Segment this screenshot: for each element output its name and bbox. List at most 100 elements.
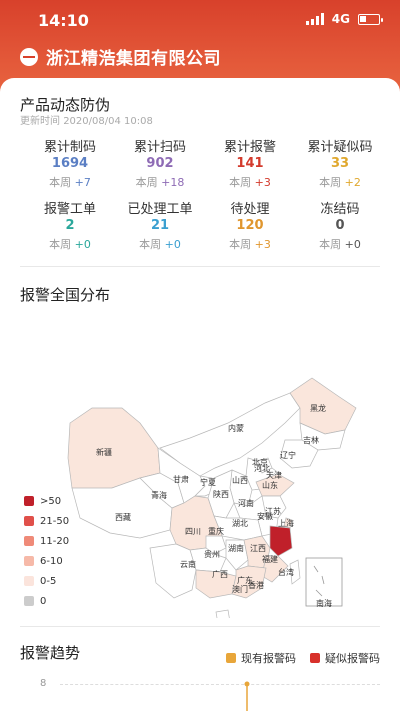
- label-yunnan: 云南: [180, 559, 196, 569]
- stat-value: 1694: [51, 156, 89, 171]
- trend-line: [244, 681, 250, 711]
- stat-label: 已处理工单: [127, 202, 193, 217]
- legend-label: 0: [40, 595, 47, 607]
- label-henan: 河南: [238, 498, 254, 508]
- trend-legend: 现有报警码 疑似报警码: [226, 650, 380, 666]
- company-header: 浙江精浩集团有限公司: [20, 44, 221, 69]
- stat-week: 本周 +3: [229, 238, 271, 251]
- legend-swatch: [24, 536, 34, 546]
- network-type: 4G: [331, 12, 350, 26]
- grid-line: [60, 684, 380, 685]
- stat-week: 本周 +2: [319, 176, 361, 189]
- label-anhui: 安徽: [257, 511, 273, 521]
- legend-item[interactable]: 0: [24, 593, 69, 609]
- signal-icon: [305, 13, 324, 25]
- trend-title: 报警趋势: [20, 644, 81, 662]
- company-name: 浙江精浩集团有限公司: [46, 49, 221, 69]
- label-nanhai: 南海: [316, 598, 332, 608]
- label-xianggang: 香港: [248, 580, 264, 590]
- divider: [20, 266, 380, 267]
- status-bar: 14:10 4G: [0, 0, 400, 40]
- legend-label: 21-50: [40, 515, 70, 527]
- legend-swatch: [24, 516, 34, 526]
- legend-item[interactable]: >50: [24, 493, 69, 509]
- label-taiwan: 台湾: [278, 567, 294, 577]
- label-tianjin: 天津: [266, 470, 282, 480]
- legend-item[interactable]: 0-5: [24, 573, 69, 589]
- province-hainan: [215, 609, 230, 618]
- label-neimeng: 内蒙: [228, 423, 244, 433]
- status-time: 14:10: [38, 11, 89, 30]
- stat-item[interactable]: 累计疑似码 33 本周 +2: [290, 136, 390, 190]
- stat-week: 本周 +3: [229, 176, 271, 189]
- stat-value: 902: [146, 156, 174, 171]
- label-qinghai: 青海: [151, 490, 167, 500]
- trend-legend-swatch: [310, 653, 320, 663]
- trend-legend-item[interactable]: 现有报警码: [226, 650, 296, 666]
- stat-item[interactable]: 累计报警 141 本周 +3: [200, 136, 300, 190]
- label-liaoning: 辽宁: [280, 450, 296, 460]
- stat-label: 累计扫码: [133, 140, 186, 155]
- stat-label: 报警工单: [43, 202, 96, 217]
- stat-label: 冻结码: [320, 202, 360, 217]
- map-legend: >50 21-50 11-20 6-10 0-5 0: [24, 493, 69, 613]
- stat-item[interactable]: 报警工单 2 本周 +0: [20, 198, 120, 252]
- trend-legend-item[interactable]: 疑似报警码: [310, 650, 380, 666]
- trend-legend-swatch: [226, 653, 236, 663]
- stat-item[interactable]: 累计扫码 902 本周 +18: [110, 136, 210, 190]
- stat-label: 累计报警: [223, 140, 276, 155]
- label-ningxia: 宁夏: [200, 477, 216, 487]
- label-fujian: 福建: [262, 554, 278, 564]
- stat-value: 2: [65, 218, 75, 233]
- label-guizhou: 贵州: [204, 549, 220, 559]
- legend-label: 6-10: [40, 555, 63, 567]
- legend-label: 11-20: [40, 535, 70, 547]
- status-icons: 4G: [305, 12, 383, 26]
- legend-item[interactable]: 21-50: [24, 513, 69, 529]
- main-card: 产品动态防伪 更新时间 2020/08/04 10:08 累计制码 1694 本周 …: [0, 78, 400, 711]
- trend-legend-label: 疑似报警码: [325, 652, 380, 665]
- legend-item[interactable]: 11-20: [24, 533, 69, 549]
- label-xinjiang: 新疆: [96, 447, 112, 457]
- legend-swatch: [24, 496, 34, 506]
- legend-label: 0-5: [40, 575, 57, 587]
- stat-week: 本周 +0: [139, 238, 181, 251]
- stat-item[interactable]: 待处理 120 本周 +3: [200, 198, 300, 252]
- stat-label: 待处理: [230, 202, 270, 217]
- trend-legend-label: 现有报警码: [241, 652, 296, 665]
- y-axis-tick: 8: [40, 678, 47, 689]
- update-time-value: 2020/08/04 10:08: [63, 116, 153, 127]
- label-shanghai: 上海: [278, 518, 294, 528]
- update-time: 更新时间 2020/08/04 10:08: [20, 112, 153, 127]
- label-sichuan: 四川: [185, 527, 201, 536]
- stat-label: 累计疑似码: [307, 140, 373, 155]
- label-xizang: 西藏: [115, 512, 131, 522]
- stat-item[interactable]: 冻结码 0 本周 +0: [290, 198, 390, 252]
- stat-value: 21: [150, 218, 170, 233]
- legend-swatch: [24, 576, 34, 586]
- label-hunan: 湖南: [228, 543, 244, 553]
- label-heilongjiang: 黑龙: [310, 403, 326, 413]
- label-shandong: 山东: [262, 480, 278, 490]
- stat-value: 0: [335, 218, 345, 233]
- stat-value: 141: [236, 156, 264, 171]
- label-jiangxi: 江西: [250, 544, 266, 553]
- legend-label: >50: [40, 495, 62, 507]
- update-time-label: 更新时间: [20, 116, 60, 127]
- label-shaanxi: 陕西: [213, 489, 229, 499]
- label-jilin: 吉林: [303, 435, 319, 445]
- label-gansu: 甘肃: [173, 474, 189, 484]
- stat-value: 33: [330, 156, 350, 171]
- stat-item[interactable]: 累计制码 1694 本周 +7: [20, 136, 120, 190]
- label-aomen: 澳门: [232, 584, 248, 594]
- stat-week: 本周 +18: [135, 176, 185, 189]
- label-hubei: 湖北: [232, 519, 248, 528]
- legend-item[interactable]: 6-10: [24, 553, 69, 569]
- legend-swatch: [24, 556, 34, 566]
- company-logo-icon: [20, 47, 38, 66]
- legend-swatch: [24, 596, 34, 606]
- battery-icon: [358, 13, 383, 25]
- stat-week: 本周 +0: [319, 238, 361, 251]
- label-guangxi: 广西: [212, 569, 228, 579]
- stat-item[interactable]: 已处理工单 21 本周 +0: [110, 198, 210, 252]
